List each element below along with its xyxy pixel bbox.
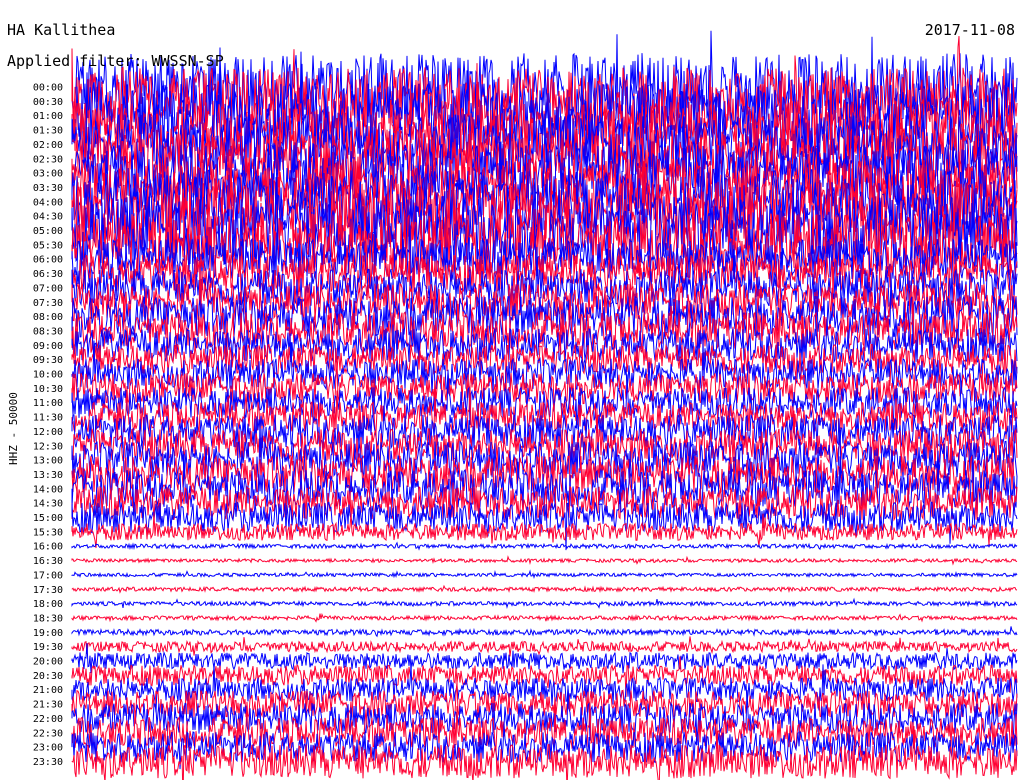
row-label-11:30: 11:30 bbox=[33, 413, 63, 424]
row-label-22:30: 22:30 bbox=[33, 728, 63, 739]
row-label-12:00: 12:00 bbox=[33, 427, 63, 438]
row-label-17:30: 17:30 bbox=[33, 585, 63, 596]
row-label-04:00: 04:00 bbox=[33, 197, 63, 208]
row-label-07:30: 07:30 bbox=[33, 298, 63, 309]
row-label-20:00: 20:00 bbox=[33, 657, 63, 668]
row-label-11:00: 11:00 bbox=[33, 398, 63, 409]
row-label-14:00: 14:00 bbox=[33, 484, 63, 495]
row-label-16:00: 16:00 bbox=[33, 542, 63, 553]
trace-18:00 bbox=[71, 597, 1018, 610]
row-label-22:00: 22:00 bbox=[33, 714, 63, 725]
date-label: 2017-11-08 bbox=[924, 21, 1015, 39]
row-label-03:00: 03:00 bbox=[33, 169, 63, 180]
row-label-23:00: 23:00 bbox=[33, 743, 63, 754]
row-label-05:30: 05:30 bbox=[33, 240, 63, 251]
trace-19:00 bbox=[71, 626, 1018, 638]
row-label-10:00: 10:00 bbox=[33, 370, 63, 381]
row-label-09:00: 09:00 bbox=[33, 341, 63, 352]
row-label-17:00: 17:00 bbox=[33, 570, 63, 581]
row-label-08:30: 08:30 bbox=[33, 326, 63, 337]
row-label-12:30: 12:30 bbox=[33, 441, 63, 452]
row-label-19:30: 19:30 bbox=[33, 642, 63, 653]
row-label-02:30: 02:30 bbox=[33, 154, 63, 165]
row-label-02:00: 02:00 bbox=[33, 140, 63, 151]
row-label-01:00: 01:00 bbox=[33, 111, 63, 122]
trace-17:00 bbox=[71, 569, 1018, 580]
row-label-06:30: 06:30 bbox=[33, 269, 63, 280]
row-label-18:00: 18:00 bbox=[33, 599, 63, 610]
row-label-06:00: 06:00 bbox=[33, 255, 63, 266]
row-label-03:30: 03:30 bbox=[33, 183, 63, 194]
row-label-05:00: 05:00 bbox=[33, 226, 63, 237]
row-label-21:00: 21:00 bbox=[33, 685, 63, 696]
row-label-08:00: 08:00 bbox=[33, 312, 63, 323]
row-label-15:00: 15:00 bbox=[33, 513, 63, 524]
row-label-21:30: 21:30 bbox=[33, 700, 63, 711]
row-label-01:30: 01:30 bbox=[33, 126, 63, 137]
row-label-00:00: 00:00 bbox=[33, 83, 63, 94]
trace-19:30 bbox=[71, 636, 1018, 657]
row-label-04:30: 04:30 bbox=[33, 212, 63, 223]
row-label-10:30: 10:30 bbox=[33, 384, 63, 395]
trace-16:30 bbox=[71, 555, 1018, 566]
row-label-07:00: 07:00 bbox=[33, 283, 63, 294]
row-label-20:30: 20:30 bbox=[33, 671, 63, 682]
helicorder-plot: 00:00 00:30 01:00 01:30 02:00 02:30 03:00 03:30… bbox=[33, 30, 1018, 780]
y-axis-label: HHZ - 50000 bbox=[7, 392, 20, 465]
row-label-13:30: 13:30 bbox=[33, 470, 63, 481]
row-label-15:30: 15:30 bbox=[33, 527, 63, 538]
station-title: HA Kallithea bbox=[7, 21, 116, 39]
trace-16:00 bbox=[71, 541, 1018, 551]
row-label-16:30: 16:30 bbox=[33, 556, 63, 567]
filter-label: Applied filter: WWSSN-SP bbox=[7, 52, 224, 70]
row-label-19:00: 19:00 bbox=[33, 628, 63, 639]
row-label-14:30: 14:30 bbox=[33, 499, 63, 510]
row-label-23:30: 23:30 bbox=[33, 757, 63, 768]
row-label-00:30: 00:30 bbox=[33, 97, 63, 108]
row-label-13:00: 13:00 bbox=[33, 456, 63, 467]
row-label-18:30: 18:30 bbox=[33, 613, 63, 624]
trace-17:30 bbox=[71, 584, 1018, 594]
trace-18:30 bbox=[71, 612, 1018, 623]
row-label-09:30: 09:30 bbox=[33, 355, 63, 366]
trace-21:00 bbox=[71, 663, 1018, 713]
